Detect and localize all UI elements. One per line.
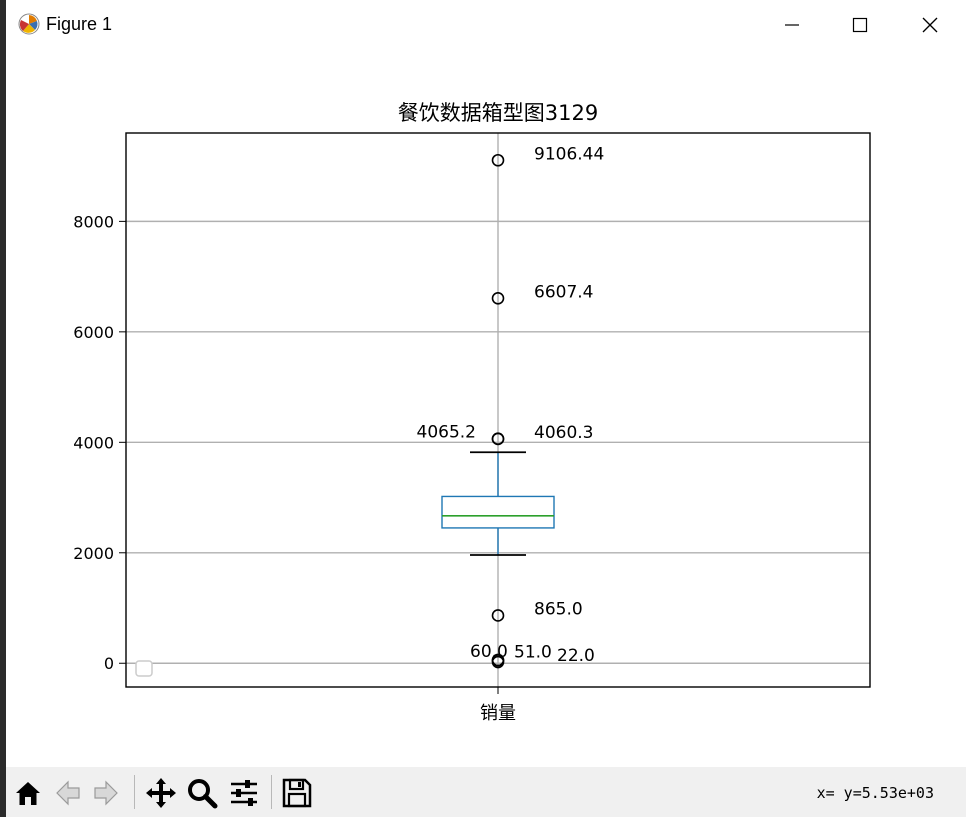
- y-tick-label: 6000: [73, 323, 114, 342]
- outlier-label: 865.0: [534, 599, 583, 619]
- y-tick-label: 8000: [73, 212, 114, 231]
- maximize-button[interactable]: [826, 0, 894, 50]
- chart-svg[interactable]: 0 2000 4000 6000 8000 餐饮数据箱型图3129 销量 9106.44 660…: [6, 50, 966, 767]
- home-icon: [16, 782, 40, 805]
- close-button[interactable]: [896, 0, 964, 50]
- outlier-label: 4065.2: [417, 423, 476, 443]
- outlier-label: 6607.4: [534, 282, 593, 302]
- box-iqr: [441, 495, 555, 529]
- pan-button[interactable]: [143, 775, 179, 811]
- title-bar[interactable]: Figure 1: [6, 0, 966, 50]
- configure-subplots-button[interactable]: [226, 775, 262, 811]
- navigation-toolbar: x= y=5.53e+03: [6, 767, 966, 817]
- minimize-icon: [785, 24, 799, 26]
- close-icon: [922, 17, 938, 33]
- y-tick-label: 0: [104, 654, 114, 673]
- outlier-label: 22.0: [557, 646, 595, 666]
- figure-window: Figure 1 0 2000 4000 6000 8000 餐饮数据箱型图3129 销量 9…: [0, 0, 966, 817]
- minimize-button[interactable]: [758, 0, 826, 50]
- figure-canvas[interactable]: 0 2000 4000 6000 8000 餐饮数据箱型图3129 销量 9106.44 660…: [6, 50, 966, 767]
- toolbar-separator: [134, 775, 135, 809]
- outlier-label: 9106.44: [534, 144, 604, 164]
- forward-button[interactable]: [88, 775, 124, 811]
- save-button[interactable]: [279, 775, 315, 811]
- outlier-label: 4060.3: [534, 423, 593, 443]
- save-icon: [282, 778, 312, 808]
- window-title: Figure 1: [46, 14, 113, 34]
- coordinate-readout: x= y=5.53e+03: [816, 784, 934, 802]
- toolbar-separator: [271, 775, 272, 809]
- outlier-label: 51.0: [514, 642, 552, 662]
- x-tick-label: 销量: [480, 703, 516, 724]
- chart-title: 餐饮数据箱型图3129: [398, 101, 598, 125]
- forward-icon: [94, 780, 118, 806]
- empty-legend: [135, 660, 153, 677]
- home-button[interactable]: [10, 775, 46, 811]
- maximize-icon: [852, 17, 868, 33]
- zoom-button[interactable]: [184, 775, 220, 811]
- configure-subplots-icon: [231, 780, 257, 806]
- matplotlib-app-icon: [18, 13, 40, 35]
- y-tick-label: 4000: [73, 433, 114, 452]
- zoom-icon: [188, 779, 218, 809]
- pan-icon: [146, 778, 176, 808]
- back-icon: [56, 780, 80, 806]
- back-button[interactable]: [50, 775, 86, 811]
- y-tick-label: 2000: [73, 544, 114, 563]
